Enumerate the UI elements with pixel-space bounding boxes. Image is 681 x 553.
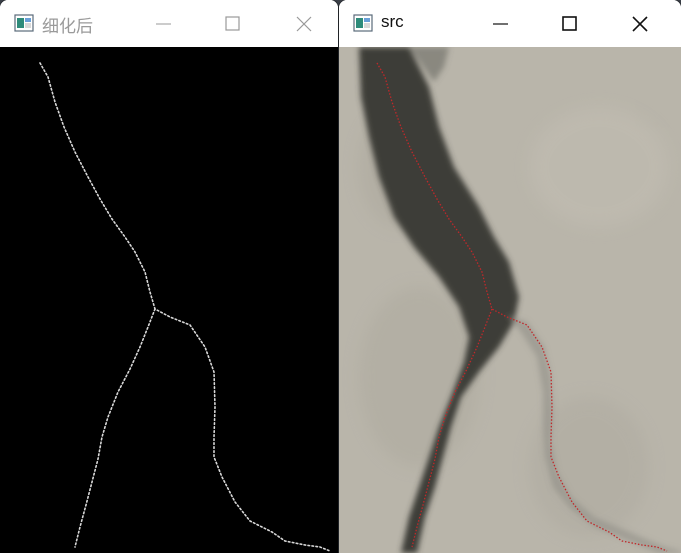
window-thinned[interactable]: 细化后	[0, 0, 338, 553]
minimize-button[interactable]	[140, 8, 186, 40]
close-button[interactable]	[616, 8, 662, 40]
titlebar[interactable]: 细化后	[0, 0, 338, 47]
close-button[interactable]	[280, 8, 326, 40]
minimize-button[interactable]	[477, 8, 523, 40]
window-src[interactable]: src	[339, 0, 681, 553]
titlebar[interactable]: src	[339, 0, 681, 47]
source-image	[339, 47, 681, 553]
app-icon	[353, 13, 373, 33]
skeleton-image	[0, 47, 338, 553]
maximize-button[interactable]	[546, 8, 592, 40]
window-title: 细化后	[42, 17, 93, 36]
maximize-button[interactable]	[209, 8, 255, 40]
window-title: src	[381, 12, 404, 31]
app-icon	[14, 13, 34, 33]
